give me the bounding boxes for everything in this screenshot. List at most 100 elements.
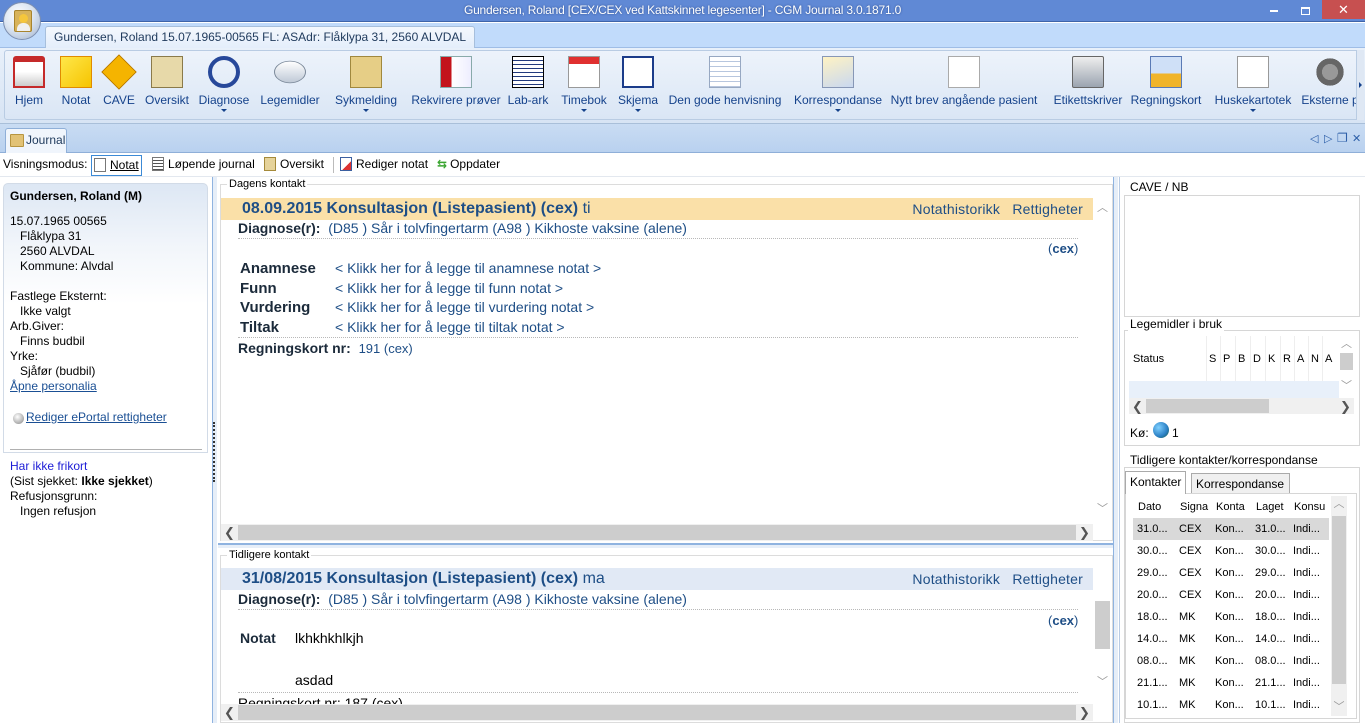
refresh-button[interactable]: ⇆ Oppdater <box>437 155 500 176</box>
contacts-table-row[interactable]: 21.1... MK Kon... 21.1... Indi... <box>1133 672 1329 694</box>
restore-tab-icon[interactable]: ❐ <box>1337 131 1348 145</box>
restore-button[interactable] <box>1290 0 1320 19</box>
scroll-down-icon[interactable]: ﹀ <box>1094 501 1111 518</box>
scroll-right-icon[interactable]: ❯ <box>1076 704 1093 721</box>
previous-horizontal-scrollbar[interactable]: ❮ ❯ <box>221 704 1093 721</box>
scroll-down-icon[interactable]: ﹀ <box>1339 378 1354 395</box>
previous-notathistorikk-link[interactable]: Notathistorikk <box>912 571 1000 587</box>
dropdown-arrow-icon[interactable] <box>221 109 227 112</box>
ribbon-button-etikettskriver[interactable]: Etikettskriver <box>1048 51 1128 119</box>
ribbon-button-nytt-brev-angående-pasient[interactable]: Nytt brev angående pasient <box>889 51 1039 119</box>
ribbon-button-regningskort[interactable]: Regningskort <box>1125 51 1207 119</box>
contacts-column-header[interactable]: Dato <box>1138 496 1161 518</box>
scrollbar-thumb[interactable] <box>1332 516 1346 684</box>
left-splitter[interactable] <box>212 177 217 723</box>
contacts-table-row[interactable]: 18.0... MK Kon... 18.0... Indi... <box>1133 606 1329 628</box>
scrollbar-thumb[interactable] <box>238 705 1076 720</box>
dropdown-arrow-icon[interactable] <box>635 109 641 112</box>
add-section-note-link[interactable]: < Klikk her for å legge til tiltak notat… <box>335 319 565 335</box>
tab-kontakter[interactable]: Kontakter <box>1125 471 1187 494</box>
scrollbar-thumb[interactable] <box>1095 601 1110 649</box>
ribbon-button-notat[interactable]: Notat <box>57 51 95 119</box>
scroll-left-icon[interactable]: ❮ <box>221 704 238 721</box>
dropdown-arrow-icon[interactable] <box>1250 109 1256 112</box>
open-personalia-link[interactable]: Åpne personalia <box>10 379 97 393</box>
add-section-note-link[interactable]: < Klikk her for å legge til funn notat > <box>335 280 563 296</box>
medications-column-header[interactable]: P <box>1223 353 1230 365</box>
next-tab-icon[interactable]: ▷ <box>1324 132 1332 145</box>
today-horizontal-scrollbar[interactable]: ❮ ❯ <box>221 524 1093 541</box>
contacts-vertical-scrollbar[interactable]: ︿ ﹀ <box>1331 496 1347 716</box>
ribbon-button-diagnose[interactable]: Diagnose <box>196 51 252 119</box>
edit-eportal-link[interactable]: Rediger ePortal rettigheter <box>26 410 167 424</box>
add-section-note-link[interactable]: < Klikk her for å legge til vurdering no… <box>335 299 594 315</box>
scroll-left-icon[interactable]: ❮ <box>1129 398 1146 415</box>
previous-rettigheter-link[interactable]: Rettigheter <box>1012 571 1083 587</box>
ribbon-button-hjem[interactable]: Hjem <box>9 51 49 119</box>
ribbon-button-cave[interactable]: CAVE <box>100 51 138 119</box>
close-tab-icon[interactable]: ✕ <box>1352 132 1361 145</box>
ribbon-button-oversikt[interactable]: Oversikt <box>141 51 193 119</box>
scroll-up-icon[interactable]: ︿ <box>1094 200 1111 217</box>
today-note-header[interactable]: 08.09.2015 Konsultasjon (Listepasient) (… <box>221 198 1093 220</box>
dropdown-arrow-icon[interactable] <box>363 109 369 112</box>
medications-grid-row[interactable] <box>1129 381 1339 398</box>
tab-journal[interactable]: Journal <box>5 128 67 153</box>
contacts-column-header[interactable]: Konta <box>1216 496 1245 518</box>
edit-note-button[interactable]: Rediger notat <box>340 155 428 176</box>
ribbon-button-rekvirere-prøver[interactable]: Rekvirere prøver <box>407 51 505 119</box>
frikort-status[interactable]: Har ikke frikort <box>10 459 87 473</box>
view-notat-button[interactable]: Notat <box>91 155 142 176</box>
ribbon-button-legemidler[interactable]: Legemidler <box>255 51 325 119</box>
previous-vertical-scrollbar[interactable]: ﹀ <box>1094 591 1111 691</box>
ribbon-button-eksterne-p[interactable]: Eksterne p <box>1300 51 1360 119</box>
previous-diagnose-value[interactable]: (D85 ) Sår i tolvfingertarm (A98 ) Kikho… <box>328 591 687 607</box>
regningskort-value[interactable]: 191 (cex) <box>359 341 413 356</box>
center-splitter[interactable] <box>218 543 1115 548</box>
right-splitter[interactable] <box>1113 177 1118 723</box>
tab-korrespondanse[interactable]: Korrespondanse <box>1191 473 1290 494</box>
medications-column-header[interactable]: S <box>1209 353 1216 365</box>
scroll-up-icon[interactable]: ︿ <box>1331 496 1347 513</box>
medications-column-header[interactable]: D <box>1253 353 1261 365</box>
medications-column-header[interactable]: B <box>1238 353 1245 365</box>
medications-column-header[interactable]: R <box>1283 353 1291 365</box>
ribbon-button-timebok[interactable]: Timebok <box>556 51 612 119</box>
scroll-up-icon[interactable]: ︿ <box>1339 336 1354 353</box>
scrollbar-thumb[interactable] <box>1340 353 1353 370</box>
medications-column-header[interactable]: A <box>1297 353 1304 365</box>
scroll-down-icon[interactable]: ﹀ <box>1331 699 1347 716</box>
close-button[interactable]: ✕ <box>1322 0 1365 19</box>
medications-column-header[interactable]: Status <box>1133 353 1164 365</box>
today-vertical-scrollbar[interactable]: ︿ ﹀ <box>1094 198 1111 518</box>
contacts-table-row[interactable]: 20.0... CEX Kon... 20.0... Indi... <box>1133 584 1329 606</box>
medications-horizontal-scrollbar[interactable]: ❮ ❯ <box>1129 398 1354 414</box>
ribbon-button-huskekartotek[interactable]: Huskekartotek <box>1209 51 1297 119</box>
scroll-left-icon[interactable]: ❮ <box>221 524 238 541</box>
contacts-table-row[interactable]: 30.0... CEX Kon... 30.0... Indi... <box>1133 540 1329 562</box>
view-lopende-journal-button[interactable]: Løpende journal <box>152 155 255 176</box>
contacts-table-row[interactable]: 10.1... MK Kon... 10.1... Indi... <box>1133 694 1329 716</box>
minimize-button[interactable] <box>1259 0 1289 19</box>
today-notathistorikk-link[interactable]: Notathistorikk <box>912 201 1000 217</box>
contacts-table-row[interactable]: 29.0... CEX Kon... 29.0... Indi... <box>1133 562 1329 584</box>
ribbon-button-skjema[interactable]: Skjema <box>616 51 660 119</box>
ribbon-button-korrespondanse[interactable]: Korrespondanse <box>790 51 886 119</box>
view-oversikt-button[interactable]: Oversikt <box>264 155 324 176</box>
medications-column-header[interactable]: K <box>1268 353 1275 365</box>
previous-note-header[interactable]: 31/08/2015 Konsultasjon (Listepasient) (… <box>221 568 1093 590</box>
contacts-column-header[interactable]: Signa <box>1180 496 1208 518</box>
medications-vertical-scrollbar[interactable]: ︿ ﹀ <box>1339 336 1354 398</box>
medications-column-header[interactable]: N <box>1311 353 1319 365</box>
ribbon-button-lab-ark[interactable]: Lab-ark <box>504 51 552 119</box>
scroll-right-icon[interactable]: ❯ <box>1076 524 1093 541</box>
patient-tab[interactable]: Gundersen, Roland 15.07.1965-00565 FL: A… <box>45 26 476 48</box>
scrollbar-thumb[interactable] <box>238 525 1076 540</box>
previous-tab-icon[interactable]: ◁ <box>1310 132 1318 145</box>
scroll-down-icon[interactable]: ﹀ <box>1094 674 1111 691</box>
add-section-note-link[interactable]: < Klikk her for å legge til anamnese not… <box>335 260 601 276</box>
medications-column-header[interactable]: A <box>1325 353 1332 365</box>
ribbon-button-sykmelding[interactable]: Sykmelding <box>330 51 402 119</box>
contacts-table-row[interactable]: 14.0... MK Kon... 14.0... Indi... <box>1133 628 1329 650</box>
dropdown-arrow-icon[interactable] <box>835 109 841 112</box>
